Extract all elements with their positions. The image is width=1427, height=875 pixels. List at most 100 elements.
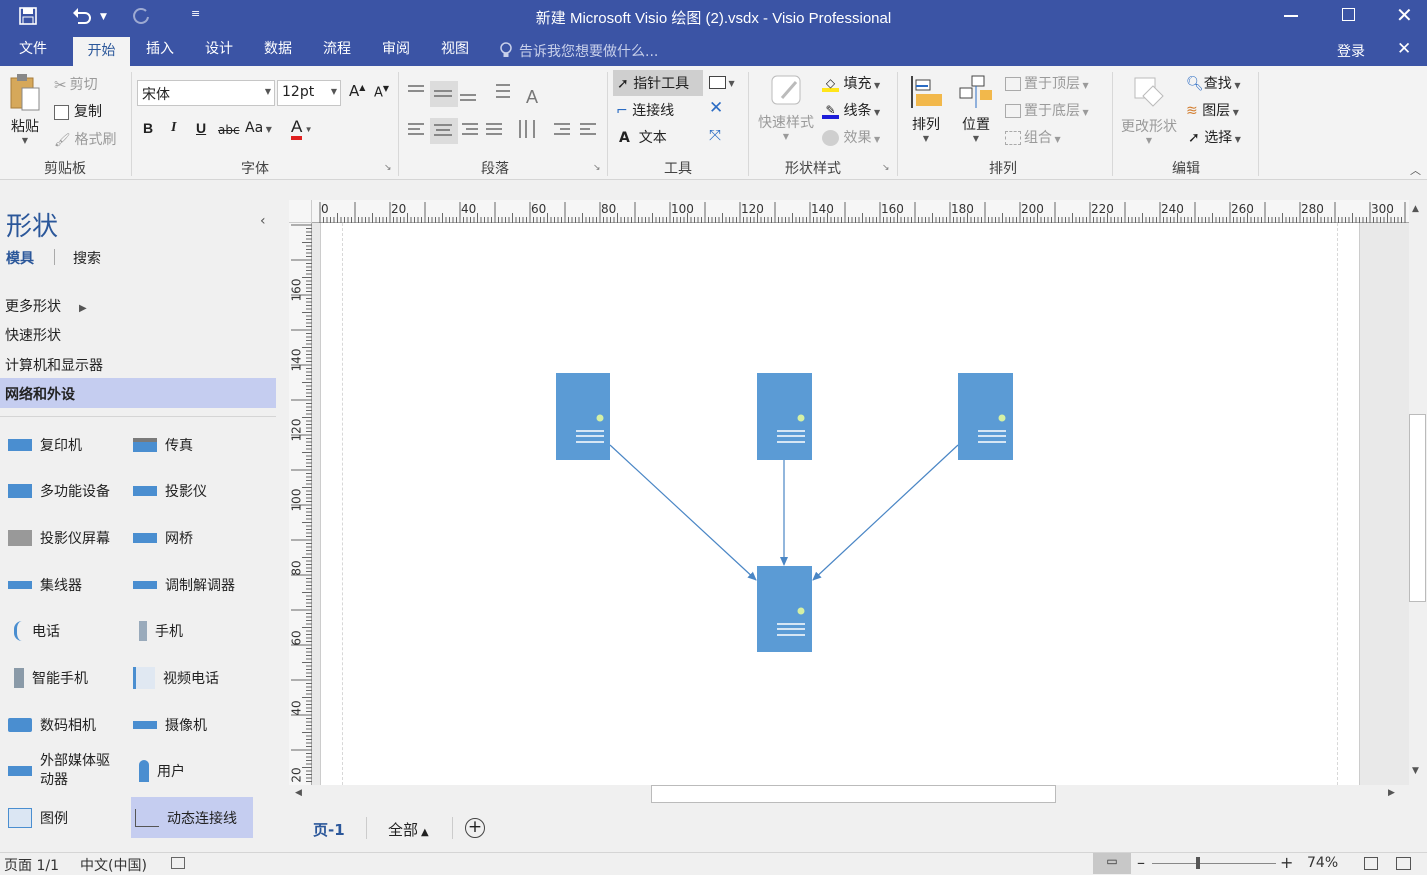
scroll-down-icon[interactable]: ▼	[1412, 766, 1419, 776]
font-size-select[interactable]: 12pt ▼	[277, 80, 341, 106]
tab-data[interactable]: 数据	[254, 33, 302, 66]
shape-mobile[interactable]: 手机	[133, 611, 183, 651]
italic-button[interactable]: I	[171, 120, 176, 136]
zoom-level[interactable]: 74%	[1307, 855, 1338, 871]
server-shape[interactable]	[757, 566, 812, 652]
shape-hub[interactable]: 集线器	[8, 565, 82, 605]
effects-button[interactable]: 效果 ▼	[822, 127, 880, 147]
select-button[interactable]: ➚ 选择 ▼	[1188, 127, 1241, 147]
group-button[interactable]: 组合 ▼	[1005, 127, 1061, 147]
change-case-button[interactable]: Aa ▼	[245, 120, 272, 136]
stencil-quick-shapes[interactable]: 快速形状	[5, 325, 61, 345]
shape-user[interactable]: 用户	[133, 751, 185, 791]
shape-videophone[interactable]: 视频电话	[133, 658, 219, 698]
maximize-icon[interactable]	[1342, 8, 1355, 21]
server-shape[interactable]	[958, 373, 1013, 460]
font-name-select[interactable]: 宋体 ▼	[137, 80, 275, 106]
fit-page-icon[interactable]	[1364, 857, 1378, 870]
shape-projector[interactable]: 投影仪	[133, 471, 207, 511]
stencil-network[interactable]: 网络和外设	[0, 378, 276, 408]
dialog-launcher-icon[interactable]: ↘	[593, 163, 601, 173]
vertical-scrollbar[interactable]: ▲ ▼	[1409, 200, 1427, 785]
tab-process[interactable]: 流程	[313, 33, 361, 66]
tab-search[interactable]: 搜索	[73, 248, 101, 268]
scroll-right-icon[interactable]: ▶	[1388, 788, 1395, 798]
tab-insert[interactable]: 插入	[136, 33, 184, 66]
underline-button[interactable]: U	[196, 120, 206, 136]
scroll-left-icon[interactable]: ◀	[295, 788, 302, 798]
connector-line[interactable]	[609, 444, 757, 581]
switch-windows-icon[interactable]	[1396, 857, 1411, 870]
copy-button[interactable]: 复制	[54, 101, 102, 121]
macro-record-icon[interactable]	[171, 857, 185, 869]
zoom-slider[interactable]	[1152, 857, 1276, 869]
quick-styles-button[interactable]: 快速样式 ▼	[754, 72, 818, 141]
minimize-icon[interactable]	[1284, 15, 1298, 17]
tab-stencils[interactable]: 模具	[6, 248, 34, 268]
stencil-computers[interactable]: 计算机和显示器	[5, 355, 103, 375]
vertical-scroll-thumb[interactable]	[1409, 414, 1426, 602]
page-tab-active[interactable]: 页-1	[313, 819, 345, 840]
paragraph-icons[interactable]: A	[404, 78, 604, 148]
align-button[interactable]: 排列 ▼	[906, 74, 946, 143]
shrink-font-button[interactable]: A▼	[374, 84, 389, 100]
horizontal-scroll-thumb[interactable]	[651, 785, 1056, 803]
shape-copier[interactable]: 复印机	[8, 425, 82, 465]
horizontal-scrollbar[interactable]: ◀ ▶	[289, 785, 1407, 804]
fill-button[interactable]: ◇ 填充 ▼	[822, 73, 880, 93]
format-painter-button[interactable]: 🖌 格式刷	[54, 129, 117, 149]
font-color-button[interactable]: A ▼	[291, 117, 312, 140]
zoom-slider-thumb[interactable]	[1196, 857, 1200, 869]
tab-design[interactable]: 设计	[195, 33, 243, 66]
tab-view[interactable]: 视图	[431, 33, 479, 66]
send-back-button[interactable]: 置于底层 ▼	[1005, 100, 1089, 120]
scroll-up-icon[interactable]: ▲	[1412, 204, 1419, 214]
line-button[interactable]: ✎ 线条 ▼	[822, 100, 880, 120]
connection-point-icon[interactable]: ⤧	[709, 126, 721, 144]
server-shape[interactable]	[757, 373, 812, 460]
close-document-icon[interactable]: ✕	[1397, 39, 1411, 59]
shape-videocam[interactable]: 摄像机	[133, 705, 207, 745]
status-language[interactable]: 中文(中国)	[80, 855, 147, 875]
dialog-launcher-icon[interactable]: ↘	[384, 163, 392, 173]
text-tool-button[interactable]: A 文本	[619, 127, 667, 147]
shape-bridge[interactable]: 网桥	[133, 518, 193, 558]
shape-external-drive[interactable]: 外部媒体驱动器	[8, 751, 123, 791]
shape-fax[interactable]: 传真	[133, 425, 193, 465]
rectangle-tool-button[interactable]: ▼	[709, 74, 735, 90]
all-pages-button[interactable]: 全部 ▲	[388, 819, 429, 840]
drawing-page[interactable]	[320, 223, 1360, 785]
dialog-launcher-icon[interactable]: ↘	[882, 163, 890, 173]
tab-review[interactable]: 审阅	[372, 33, 420, 66]
zoom-in-icon[interactable]: +	[1280, 853, 1293, 872]
bring-front-button[interactable]: 置于顶层 ▼	[1005, 73, 1089, 93]
bold-button[interactable]: B	[143, 120, 153, 136]
layers-button[interactable]: ≋ 图层 ▼	[1186, 100, 1239, 120]
zoom-out-icon[interactable]: –	[1137, 853, 1145, 872]
strikethrough-button[interactable]: abc	[218, 123, 240, 137]
shape-legend[interactable]: 图例	[8, 798, 68, 838]
connector-tool-button[interactable]: ⌐ 连接线	[616, 100, 674, 120]
shape-telephone[interactable]: 电话	[8, 611, 60, 651]
collapse-pane-icon[interactable]: ‹	[260, 213, 266, 229]
server-shape[interactable]	[556, 373, 610, 460]
more-shapes-item[interactable]: 更多形状 ▶	[5, 296, 87, 316]
add-page-button[interactable]: +	[465, 818, 485, 838]
pointer-tool-button[interactable]: ➚ 指针工具	[613, 70, 703, 96]
signin-link[interactable]: 登录	[1337, 41, 1365, 61]
close-icon[interactable]: ✕	[1396, 3, 1413, 27]
collapse-ribbon-icon[interactable]: ︿	[1410, 162, 1421, 178]
paste-button[interactable]: 粘贴 ▼	[7, 72, 43, 150]
presentation-mode-button[interactable]: ▭	[1093, 853, 1131, 874]
shape-projector-screen[interactable]: 投影仪屏幕	[8, 518, 110, 558]
tab-file[interactable]: 文件	[8, 33, 58, 66]
shape-camera[interactable]: 数码相机	[8, 705, 96, 745]
cut-button[interactable]: ✂ 剪切	[54, 74, 98, 94]
position-button[interactable]: 位置 ▼	[956, 74, 996, 143]
delete-connection-icon[interactable]: ✕	[709, 98, 723, 118]
change-shape-button[interactable]: 更改形状 ▼	[1117, 72, 1181, 145]
tell-me-box[interactable]: 告诉我您想要做什么...	[519, 41, 658, 61]
find-button[interactable]: 🔍︎查找 ▼	[1186, 73, 1240, 93]
shape-dynamic-connector[interactable]: 动态连接线	[131, 797, 253, 838]
shape-modem[interactable]: 调制解调器	[133, 565, 235, 605]
